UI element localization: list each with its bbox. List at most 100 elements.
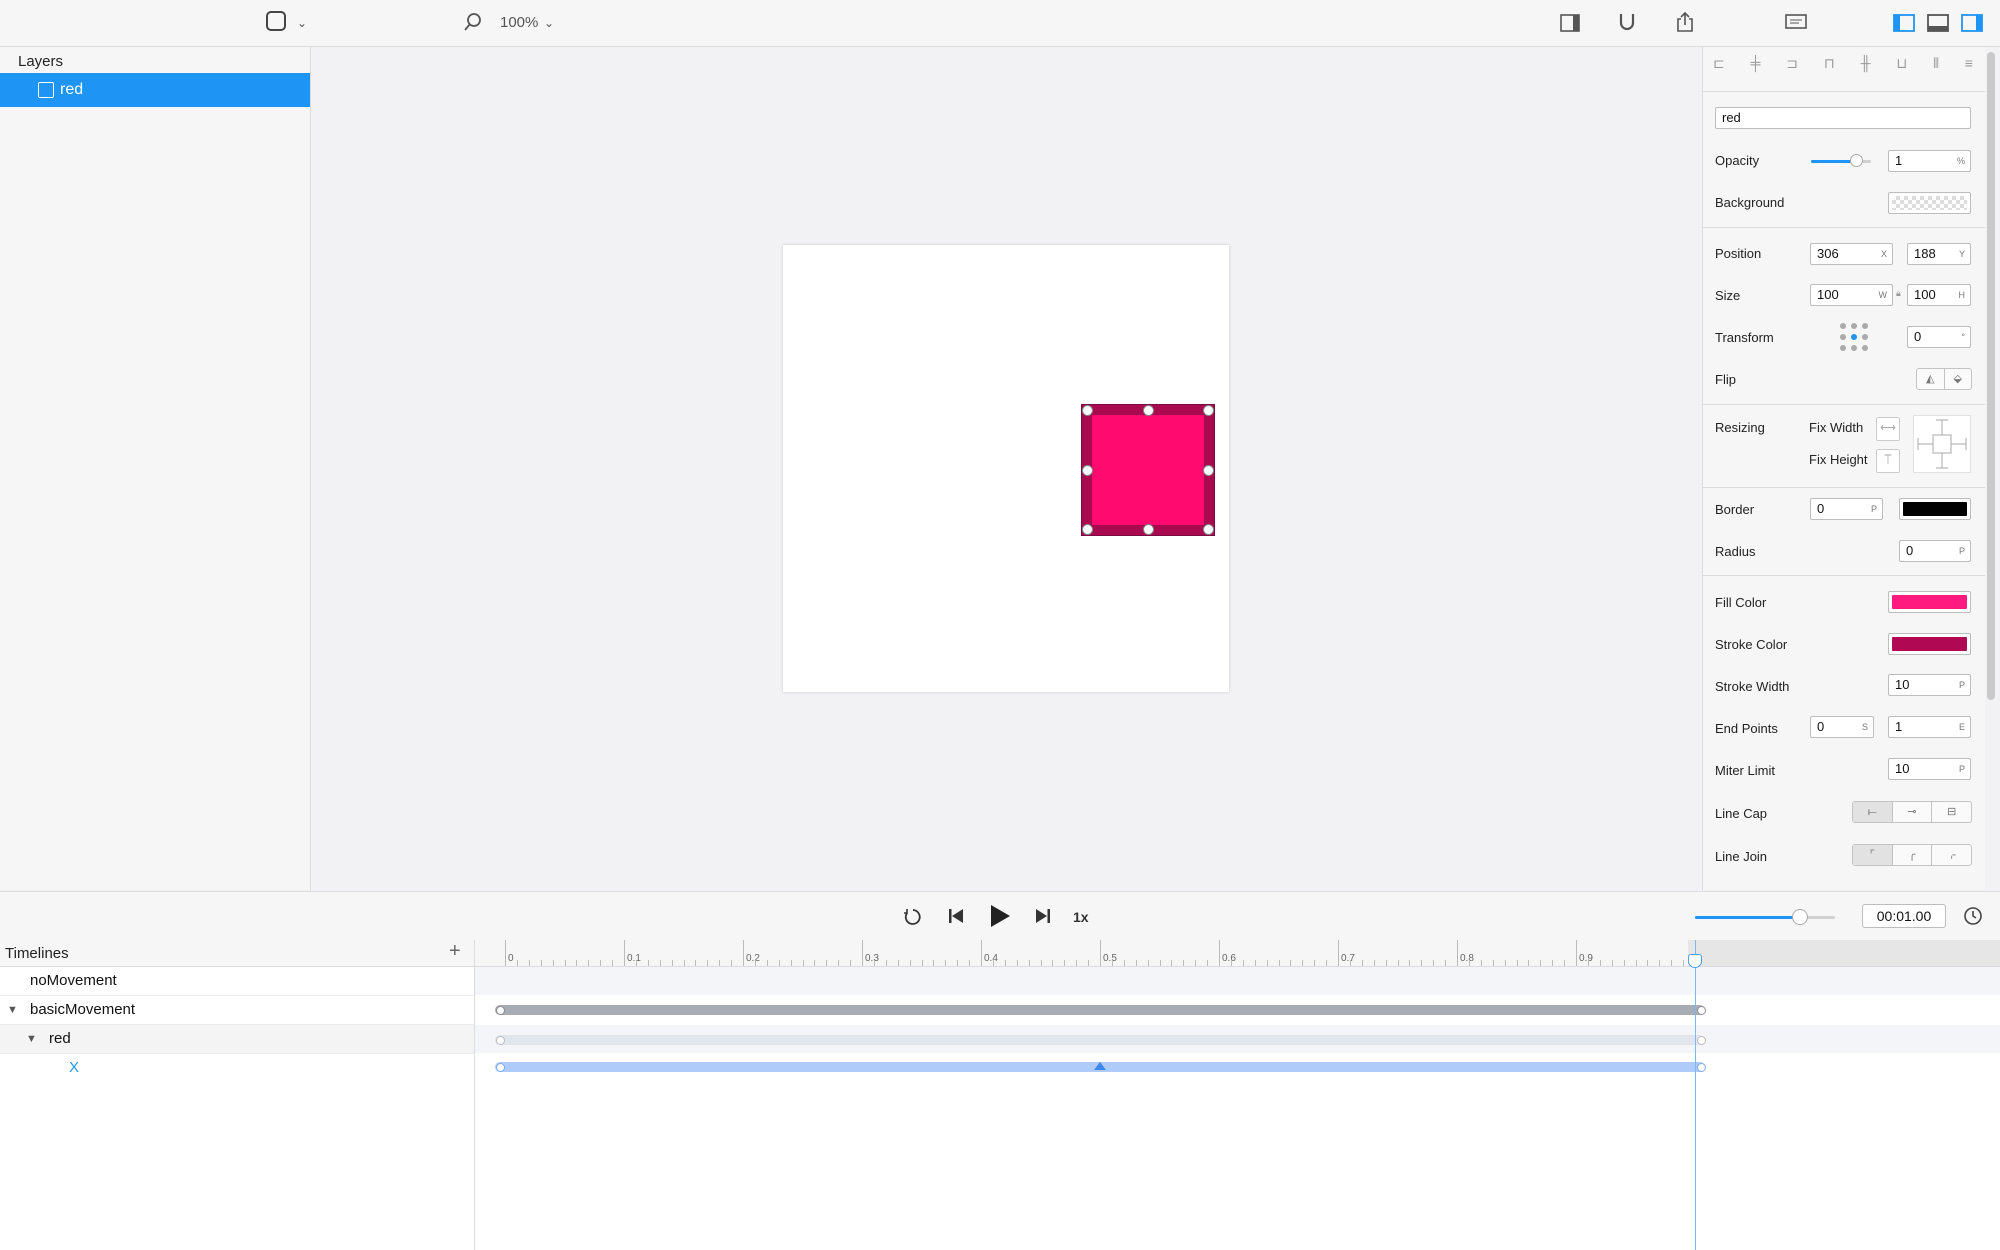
left-panel-icon[interactable] bbox=[1893, 14, 1915, 32]
align-top-icon[interactable]: ⊓ bbox=[1824, 55, 1835, 75]
loop-icon[interactable] bbox=[903, 907, 923, 925]
fill-color-swatch[interactable] bbox=[1888, 591, 1971, 613]
inspector-scrollbar[interactable] bbox=[1987, 52, 1995, 700]
playhead-handle[interactable] bbox=[1688, 954, 1702, 968]
opacity-slider[interactable] bbox=[1811, 154, 1871, 167]
align-bottom-icon[interactable]: ⊔ bbox=[1896, 55, 1907, 75]
disclosure-triangle-icon[interactable]: ▼ bbox=[7, 996, 18, 1024]
line-cap-segment[interactable]: ⟝ ⊸ ⊟ bbox=[1852, 801, 1972, 823]
fix-width-toggle[interactable]: ⟷ bbox=[1876, 417, 1900, 441]
opacity-input[interactable]: 1% bbox=[1888, 150, 1971, 172]
resize-handle[interactable] bbox=[1143, 524, 1154, 535]
skip-back-icon[interactable] bbox=[948, 908, 964, 924]
border-color-swatch[interactable] bbox=[1899, 498, 1971, 520]
resize-handle[interactable] bbox=[1082, 524, 1093, 535]
flip-vertical-icon[interactable]: ⬙ bbox=[1945, 369, 1972, 389]
line-join-segment[interactable]: ⌜ ╭ ⌌ bbox=[1852, 844, 1972, 866]
clock-icon[interactable] bbox=[1963, 906, 1983, 926]
align-right-icon[interactable]: ⊐ bbox=[1786, 55, 1798, 75]
flip-segment[interactable]: ◭ ⬙ bbox=[1916, 368, 1972, 390]
position-x-input[interactable]: 306 X bbox=[1810, 243, 1893, 265]
resize-handle[interactable] bbox=[1082, 405, 1093, 416]
resize-handle[interactable] bbox=[1203, 405, 1214, 416]
keyframe-handle[interactable] bbox=[496, 1062, 505, 1072]
chevron-down-icon[interactable]: ⌄ bbox=[544, 11, 554, 35]
keyframe-handle[interactable] bbox=[1697, 1062, 1706, 1072]
magnet-icon[interactable] bbox=[1617, 12, 1637, 32]
resize-handle[interactable] bbox=[1203, 524, 1214, 535]
zoom-level[interactable]: 100% bbox=[500, 14, 538, 31]
playhead[interactable] bbox=[1695, 940, 1696, 1250]
timeline-zoom-slider[interactable] bbox=[1695, 909, 1835, 925]
align-center-h-icon[interactable]: ╪ bbox=[1751, 55, 1761, 75]
share-icon[interactable] bbox=[1675, 11, 1695, 33]
align-left-icon[interactable]: ⊏ bbox=[1713, 55, 1725, 75]
timeline-row-x[interactable]: X bbox=[0, 1054, 474, 1082]
playback-speed[interactable]: 1x bbox=[1073, 909, 1089, 925]
keyframe-handle[interactable] bbox=[496, 1005, 505, 1015]
add-timeline-button[interactable]: + bbox=[449, 940, 461, 963]
comment-icon[interactable] bbox=[1785, 14, 1807, 32]
right-panel-icon[interactable] bbox=[1961, 14, 1983, 32]
selected-shape-red[interactable] bbox=[1081, 404, 1215, 536]
position-y-input[interactable]: 188 Y bbox=[1907, 243, 1971, 265]
play-icon[interactable] bbox=[988, 904, 1012, 928]
flip-horizontal-icon[interactable]: ◭ bbox=[1917, 369, 1945, 389]
distribute-h-icon[interactable]: ⫴ bbox=[1933, 55, 1939, 75]
line-cap-round-icon[interactable]: ⊸ bbox=[1893, 802, 1933, 822]
panel-icon[interactable] bbox=[1560, 14, 1580, 32]
layer-item-red[interactable]: red bbox=[0, 73, 310, 107]
bottom-panel-icon[interactable] bbox=[1927, 14, 1949, 32]
fill-color-label: Fill Color bbox=[1715, 595, 1767, 610]
stroke-width-input[interactable]: 10 P bbox=[1888, 674, 1971, 696]
background-swatch[interactable] bbox=[1888, 192, 1971, 214]
keyframe-handle[interactable] bbox=[1697, 1005, 1706, 1015]
distribute-v-icon[interactable]: ≡ bbox=[1965, 55, 1973, 75]
height-input[interactable]: 100 H bbox=[1907, 284, 1971, 306]
resize-handle[interactable] bbox=[1203, 465, 1214, 476]
stroke-color-label: Stroke Color bbox=[1715, 637, 1788, 652]
width-input[interactable]: 100 W bbox=[1810, 284, 1893, 306]
transform-origin-grid-icon[interactable] bbox=[1838, 321, 1870, 353]
animation-track-basicmovement[interactable] bbox=[495, 1005, 1705, 1015]
timeline-row-red[interactable]: ▼ red bbox=[0, 1025, 474, 1054]
rotation-input[interactable]: 0 ° bbox=[1907, 326, 1971, 348]
align-center-v-icon[interactable]: ╫ bbox=[1861, 55, 1871, 75]
radius-input[interactable]: 0P bbox=[1899, 540, 1971, 562]
end-points-end-input[interactable]: 1E bbox=[1888, 716, 1971, 738]
resizing-constraints-icon[interactable] bbox=[1913, 415, 1971, 473]
animation-track-red[interactable] bbox=[495, 1035, 1705, 1045]
ruler-minor-tick bbox=[719, 960, 721, 966]
line-cap-butt-icon[interactable]: ⟝ bbox=[1853, 802, 1893, 822]
layers-panel: Layers red bbox=[0, 47, 311, 890]
fix-height-toggle[interactable]: ⟙ bbox=[1876, 449, 1900, 473]
slider-knob[interactable] bbox=[1792, 909, 1808, 925]
border-input[interactable]: 0P bbox=[1810, 498, 1883, 520]
skip-forward-icon[interactable] bbox=[1035, 908, 1051, 924]
fix-width-label: Fix Width bbox=[1809, 420, 1864, 435]
lock-ratio-icon[interactable]: 🔒︎ bbox=[1896, 288, 1901, 299]
position-label: Position bbox=[1715, 246, 1762, 261]
disclosure-triangle-icon[interactable]: ▼ bbox=[26, 1025, 37, 1053]
line-cap-square-icon[interactable]: ⊟ bbox=[1932, 802, 1971, 822]
line-join-miter-icon[interactable]: ⌜ bbox=[1853, 845, 1893, 865]
current-time-field[interactable]: 00:01.00 bbox=[1862, 904, 1946, 928]
resize-handle[interactable] bbox=[1143, 405, 1154, 416]
keyframe-marker-icon[interactable] bbox=[1094, 1062, 1106, 1070]
keyframe-handle[interactable] bbox=[1697, 1035, 1706, 1045]
timeline-row-nomovement[interactable]: noMovement bbox=[0, 967, 474, 996]
resize-handle[interactable] bbox=[1082, 465, 1093, 476]
miter-limit-input[interactable]: 10 P bbox=[1888, 758, 1971, 780]
slider-knob[interactable] bbox=[1850, 154, 1863, 167]
search-icon[interactable] bbox=[463, 12, 483, 32]
chevron-down-icon[interactable]: ⌄ bbox=[297, 11, 307, 35]
end-points-start-input[interactable]: 0S bbox=[1810, 716, 1874, 738]
stroke-color-swatch[interactable] bbox=[1888, 633, 1971, 655]
line-join-bevel-icon[interactable]: ⌌ bbox=[1932, 845, 1971, 865]
layer-name-input[interactable]: red bbox=[1715, 107, 1971, 129]
line-join-round-icon[interactable]: ╭ bbox=[1893, 845, 1933, 865]
timeline-row-basicmovement[interactable]: ▼ basicMovement bbox=[0, 996, 474, 1025]
rectangle-tool-icon[interactable] bbox=[266, 11, 286, 31]
keyframe-handle[interactable] bbox=[496, 1035, 505, 1045]
timelines-title: Timelines bbox=[5, 945, 69, 962]
